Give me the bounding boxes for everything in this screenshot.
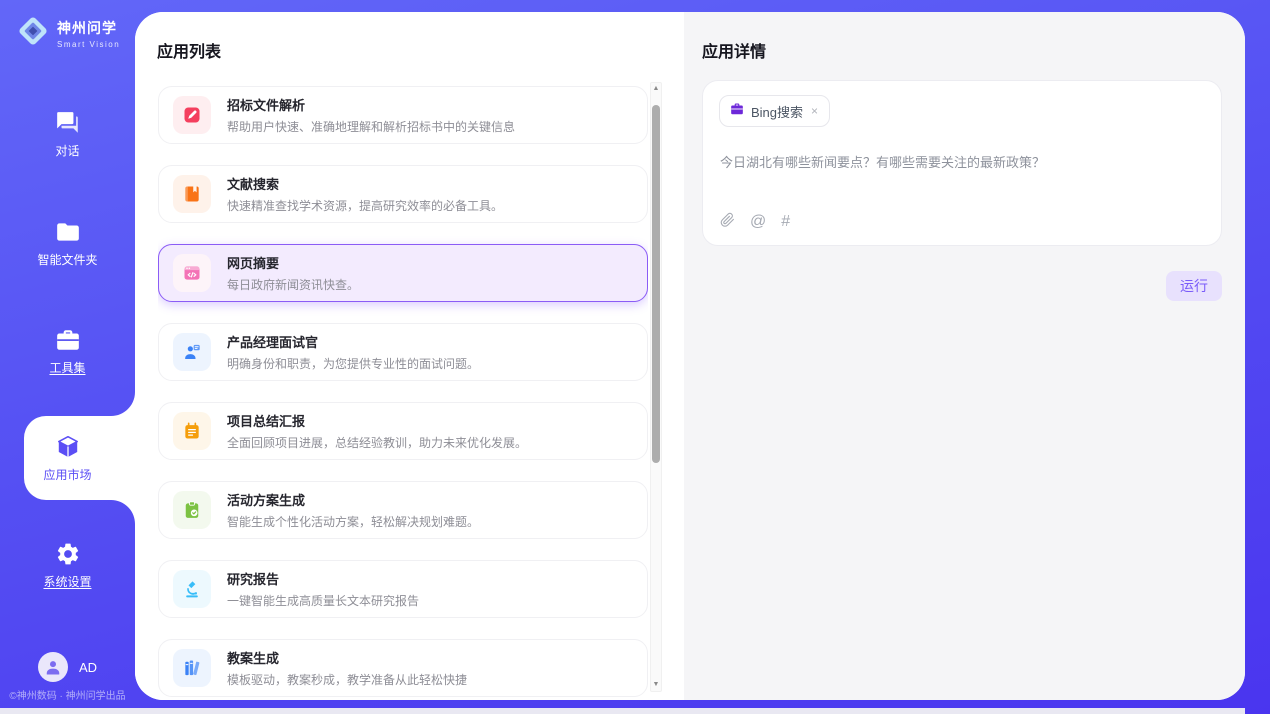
prompt-card[interactable]: Bing搜索 × 今日湖北有哪些新闻要点？有哪些需要关注的最新政策？ @ #: [702, 80, 1222, 246]
app-desc: 明确身份和职责，为您提供专业性的面试问题。: [227, 355, 479, 372]
app-name: 文献搜索: [227, 174, 503, 193]
app-window: 神州问学 Smart Vision 对话智能文件夹工具集应用市场系统设置 AD …: [0, 0, 1270, 714]
app-card-2[interactable]: 文献搜索快速精准查找学术资源，提高研究效率的必备工具。: [158, 165, 648, 223]
user-initials: AD: [79, 660, 97, 675]
sidebar-item-label: 智能文件夹: [37, 251, 97, 268]
user-row[interactable]: AD: [38, 652, 97, 682]
app-name: 产品经理面试官: [227, 332, 479, 351]
prompt-input[interactable]: 今日湖北有哪些新闻要点？有哪些需要关注的最新政策？: [720, 152, 1205, 171]
tool-tag-bing-search[interactable]: Bing搜索 ×: [719, 95, 830, 127]
bottom-edge: [0, 708, 1245, 714]
calendar-note-icon: [173, 412, 211, 450]
tool-tag-label: Bing搜索: [751, 102, 803, 121]
folder-icon: [55, 219, 81, 245]
app-name: 网页摘要: [227, 253, 359, 272]
brand-diamond-icon: [16, 14, 50, 53]
app-desc: 快速精准查找学术资源，提高研究效率的必备工具。: [227, 197, 503, 214]
tag-close-icon[interactable]: ×: [810, 104, 819, 118]
at-mention-icon[interactable]: @: [750, 214, 766, 230]
sidebar-item-label: 对话: [55, 142, 79, 159]
books-icon: [173, 649, 211, 687]
edit-square-icon: [173, 96, 211, 134]
app-card-7[interactable]: 研究报告一键智能生成高质量长文本研究报告: [158, 560, 648, 618]
sidebar-item-toolkit[interactable]: 工具集: [0, 327, 135, 376]
brand-logo: 神州问学 Smart Vision: [16, 14, 120, 53]
paperclip-icon[interactable]: [720, 212, 735, 232]
app-name: 招标文件解析: [227, 95, 515, 114]
sidebar-item-folders[interactable]: 智能文件夹: [0, 219, 135, 268]
main-content: 应用列表 招标文件解析帮助用户快速、准确地理解和解析招标书中的关键信息文献搜索快…: [135, 12, 1245, 700]
browser-code-icon: [173, 254, 211, 292]
app-card-5[interactable]: 项目总结汇报全面回顾项目进展，总结经验教训，助力未来优化发展。: [158, 402, 648, 460]
toolbox-icon: [55, 327, 81, 353]
gear-icon: [55, 541, 81, 567]
sidebar-footer: ©神州数码 · 神州问学出品: [0, 687, 135, 702]
scrollbar-down-icon[interactable]: ▼: [650, 679, 662, 691]
app-card-8[interactable]: 教案生成模板驱动，教案秒成，教学准备从此轻松快捷: [158, 639, 648, 697]
app-name: 活动方案生成: [227, 490, 479, 509]
avatar: [38, 652, 68, 682]
app-detail-title: 应用详情: [702, 38, 766, 62]
chat-icon: [55, 110, 81, 136]
app-name: 项目总结汇报: [227, 411, 527, 430]
sidebar-item-label: 系统设置: [43, 573, 91, 590]
app-card-4[interactable]: 产品经理面试官明确身份和职责，为您提供专业性的面试问题。: [158, 323, 648, 381]
app-desc: 智能生成个性化活动方案，轻松解决规划难题。: [227, 513, 479, 530]
brand-subtitle: Smart Vision: [57, 40, 120, 49]
sidebar-item-settings[interactable]: 系统设置: [0, 541, 135, 590]
app-card-1[interactable]: 招标文件解析帮助用户快速、准确地理解和解析招标书中的关键信息: [158, 86, 648, 144]
app-name: 研究报告: [227, 569, 419, 588]
briefcase-icon: [730, 102, 744, 121]
microscope-icon: [173, 570, 211, 608]
run-button[interactable]: 运行: [1166, 271, 1222, 301]
app-list: 招标文件解析帮助用户快速、准确地理解和解析招标书中的关键信息文献搜索快速精准查找…: [158, 86, 648, 700]
person-icon: [43, 657, 63, 677]
app-card-3[interactable]: 网页摘要每日政府新闻资讯快查。: [158, 244, 648, 302]
book-icon: [173, 175, 211, 213]
app-detail-panel: 应用详情 Bing搜索 × 今日湖北有哪些新闻要点？有哪些需要关注的最新政策？: [684, 12, 1245, 700]
app-desc: 每日政府新闻资讯快查。: [227, 276, 359, 293]
app-desc: 全面回顾项目进展，总结经验教训，助力未来优化发展。: [227, 434, 527, 451]
app-list-panel: 应用列表 招标文件解析帮助用户快速、准确地理解和解析招标书中的关键信息文献搜索快…: [135, 12, 684, 700]
hashtag-icon[interactable]: #: [781, 214, 790, 230]
app-desc: 模板驱动，教案秒成，教学准备从此轻松快捷: [227, 671, 467, 688]
app-desc: 一键智能生成高质量长文本研究报告: [227, 592, 419, 609]
scrollbar-track[interactable]: [651, 95, 661, 679]
cube-icon: [55, 434, 81, 460]
app-list-scrollbar[interactable]: ▲ ▼: [650, 82, 662, 692]
sidebar-item-label: 工具集: [49, 359, 85, 376]
scrollbar-thumb[interactable]: [652, 105, 660, 463]
app-card-6[interactable]: 活动方案生成智能生成个性化活动方案，轻松解决规划难题。: [158, 481, 648, 539]
sidebar: 神州问学 Smart Vision 对话智能文件夹工具集应用市场系统设置 AD …: [0, 0, 135, 714]
clipboard-check-icon: [173, 491, 211, 529]
app-list-title: 应用列表: [157, 38, 221, 62]
sidebar-item-market[interactable]: 应用市场: [0, 434, 135, 483]
interviewer-icon: [173, 333, 211, 371]
prompt-toolbar: @ #: [720, 212, 790, 232]
sidebar-item-label: 应用市场: [43, 466, 91, 483]
sidebar-item-chat[interactable]: 对话: [0, 110, 135, 159]
brand-name: 神州问学: [57, 18, 120, 38]
scrollbar-up-icon[interactable]: ▲: [650, 83, 662, 95]
app-name: 教案生成: [227, 648, 467, 667]
app-desc: 帮助用户快速、准确地理解和解析招标书中的关键信息: [227, 118, 515, 135]
